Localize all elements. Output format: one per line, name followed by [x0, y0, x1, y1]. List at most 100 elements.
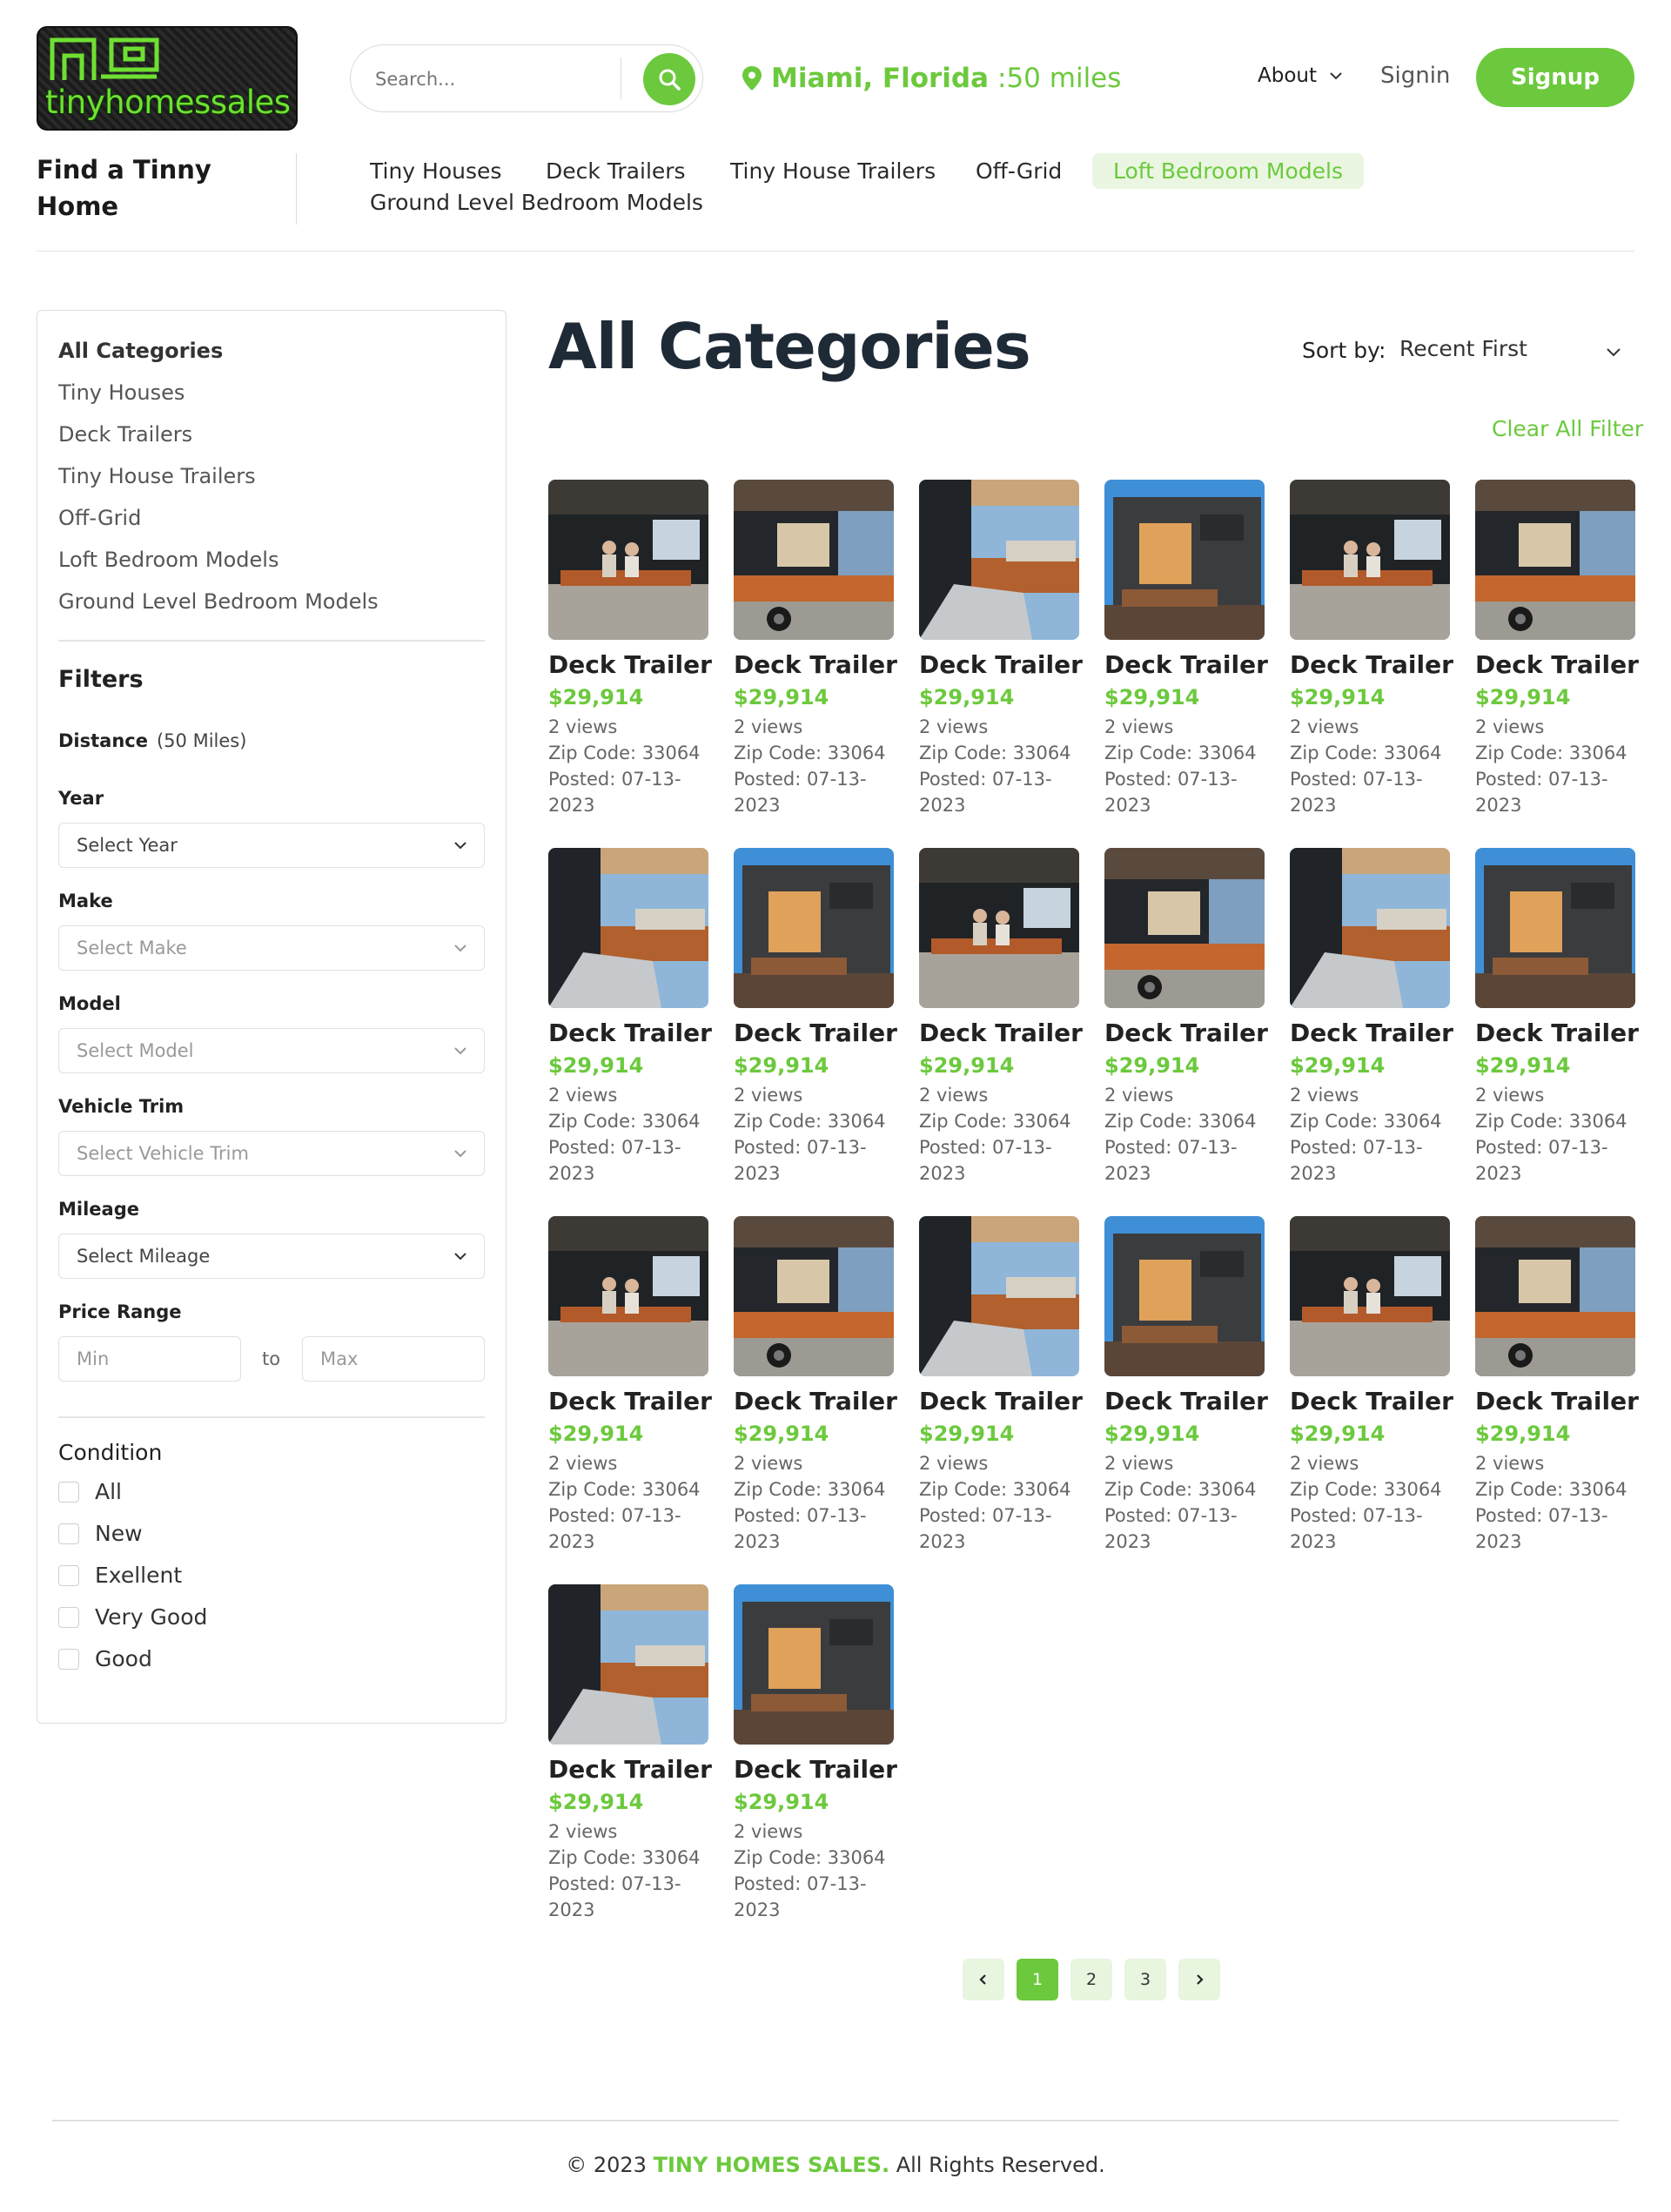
condition-all[interactable]: All	[58, 1479, 122, 1504]
listing-card[interactable]: Deck Trailer $29,914 2 views Zip Code: 3306…	[919, 1216, 1083, 1564]
condition-good[interactable]: Good	[58, 1646, 152, 1671]
checkbox[interactable]	[58, 1481, 79, 1503]
listing-photo[interactable]	[1475, 848, 1635, 1008]
listing-photo[interactable]	[1104, 848, 1265, 1008]
listing-card[interactable]: Deck Trailer $29,914 2 views Zip Code: 3306…	[548, 480, 712, 828]
listing-photo[interactable]	[1475, 480, 1635, 640]
listing-title[interactable]: Deck Trailer	[919, 650, 1083, 679]
site-logo[interactable]: tinyhomessales	[37, 26, 298, 131]
nav-tiny-house-trailers[interactable]: Tiny House Trailers	[730, 158, 936, 184]
sidebar-category-tiny-house-trailers[interactable]: Tiny House Trailers	[58, 464, 256, 488]
listing-title[interactable]: Deck Trailer	[734, 650, 897, 679]
listing-photo[interactable]	[1104, 480, 1265, 640]
signup-button[interactable]: Signup	[1476, 48, 1634, 107]
vehicle-trim-select[interactable]: Select Vehicle Trim	[58, 1131, 485, 1176]
listing-card[interactable]: Deck Trailer $29,914 2 views Zip Code: 3306…	[1104, 1216, 1268, 1564]
listing-photo[interactable]	[919, 848, 1079, 1008]
listing-title[interactable]: Deck Trailer	[548, 650, 712, 679]
listing-title[interactable]: Deck Trailer	[1475, 1387, 1639, 1415]
listing-card[interactable]: Deck Trailer $29,914 2 views Zip Code: 3306…	[734, 1584, 897, 1933]
listing-title[interactable]: Deck Trailer	[548, 1019, 712, 1047]
listing-card[interactable]: Deck Trailer $29,914 2 views Zip Code: 3306…	[919, 848, 1083, 1196]
search-input[interactable]	[375, 63, 593, 96]
condition-very-good[interactable]: Very Good	[58, 1604, 207, 1630]
listing-title[interactable]: Deck Trailer	[1475, 650, 1639, 679]
listing-photo[interactable]	[919, 1216, 1079, 1376]
price-max-input[interactable]: Max	[302, 1336, 485, 1382]
listing-title[interactable]: Deck Trailer	[919, 1019, 1083, 1047]
price-min-input[interactable]: Min	[58, 1336, 241, 1382]
listing-title[interactable]: Deck Trailer	[1290, 1387, 1453, 1415]
checkbox[interactable]	[58, 1564, 79, 1586]
listing-card[interactable]: Deck Trailer $29,914 2 views Zip Code: 3306…	[1475, 848, 1639, 1196]
nav-tiny-houses[interactable]: Tiny Houses	[370, 158, 501, 184]
listing-photo[interactable]	[1475, 1216, 1635, 1376]
nav-ground-level-bedroom-models[interactable]: Ground Level Bedroom Models	[370, 190, 703, 215]
listing-title[interactable]: Deck Trailer	[919, 1387, 1083, 1415]
listing-photo[interactable]	[1290, 848, 1450, 1008]
pagination-next-button[interactable]	[1178, 1959, 1220, 2000]
sidebar-category-loft-bedroom[interactable]: Loft Bedroom Models	[58, 548, 278, 572]
pagination-prev-button[interactable]	[963, 1959, 1004, 2000]
listing-card[interactable]: Deck Trailer $29,914 2 views Zip Code: 3306…	[1475, 1216, 1639, 1564]
model-select[interactable]: Select Model	[58, 1028, 485, 1073]
sidebar-category-ground-level[interactable]: Ground Level Bedroom Models	[58, 589, 379, 614]
listing-title[interactable]: Deck Trailer	[1290, 650, 1453, 679]
location-selector[interactable]: Miami, Florida:50 miles	[742, 59, 1121, 97]
listing-card[interactable]: Deck Trailer $29,914 2 views Zip Code: 3306…	[1290, 1216, 1453, 1564]
listing-card[interactable]: Deck Trailer $29,914 2 views Zip Code: 3306…	[919, 480, 1083, 828]
listing-photo[interactable]	[548, 1216, 708, 1376]
listing-card[interactable]: Deck Trailer $29,914 2 views Zip Code: 3306…	[1104, 480, 1268, 828]
listing-title[interactable]: Deck Trailer	[734, 1755, 897, 1784]
listing-title[interactable]: Deck Trailer	[1104, 650, 1268, 679]
sort-select[interactable]: Recent First	[1399, 336, 1622, 361]
listing-title[interactable]: Deck Trailer	[734, 1019, 897, 1047]
nav-deck-trailers[interactable]: Deck Trailers	[546, 158, 686, 184]
listing-photo[interactable]	[734, 848, 894, 1008]
sidebar-category-off-grid[interactable]: Off-Grid	[58, 506, 141, 530]
checkbox[interactable]	[58, 1648, 79, 1670]
pagination-page-3[interactable]: 3	[1124, 1959, 1166, 2000]
make-select[interactable]: Select Make	[58, 925, 485, 971]
listing-title[interactable]: Deck Trailer	[1104, 1387, 1268, 1415]
listing-card[interactable]: Deck Trailer $29,914 2 views Zip Code: 3306…	[734, 480, 897, 828]
about-menu[interactable]: About	[1258, 64, 1343, 87]
listing-card[interactable]: Deck Trailer $29,914 2 views Zip Code: 3306…	[1290, 848, 1453, 1196]
checkbox[interactable]	[58, 1606, 79, 1628]
listing-title[interactable]: Deck Trailer	[1104, 1019, 1268, 1047]
search-button[interactable]	[643, 53, 695, 105]
listing-card[interactable]: Deck Trailer $29,914 2 views Zip Code: 3306…	[548, 1216, 712, 1564]
listing-title[interactable]: Deck Trailer	[734, 1387, 897, 1415]
sidebar-category-all[interactable]: All Categories	[58, 339, 223, 363]
clear-all-filter-link[interactable]: Clear All Filter	[1492, 416, 1643, 441]
listing-photo[interactable]	[548, 1584, 708, 1745]
pagination-page-2[interactable]: 2	[1070, 1959, 1112, 2000]
listing-title[interactable]: Deck Trailer	[1290, 1019, 1453, 1047]
year-select[interactable]: Select Year	[58, 823, 485, 868]
listing-card[interactable]: Deck Trailer $29,914 2 views Zip Code: 3306…	[1475, 480, 1639, 828]
nav-off-grid[interactable]: Off-Grid	[976, 158, 1062, 184]
listing-photo[interactable]	[734, 1584, 894, 1745]
listing-card[interactable]: Deck Trailer $29,914 2 views Zip Code: 3306…	[734, 848, 897, 1196]
listing-card[interactable]: Deck Trailer $29,914 2 views Zip Code: 3306…	[734, 1216, 897, 1564]
condition-exellent[interactable]: Exellent	[58, 1563, 182, 1588]
signin-link[interactable]: Signin	[1380, 63, 1450, 89]
pagination-page-1[interactable]: 1	[1017, 1959, 1058, 2000]
listing-photo[interactable]	[1104, 1216, 1265, 1376]
sidebar-category-tiny-houses[interactable]: Tiny Houses	[58, 380, 185, 405]
listing-photo[interactable]	[548, 848, 708, 1008]
listing-photo[interactable]	[548, 480, 708, 640]
checkbox[interactable]	[58, 1523, 79, 1544]
condition-new[interactable]: New	[58, 1521, 143, 1546]
listing-title[interactable]: Deck Trailer	[1475, 1019, 1639, 1047]
listing-card[interactable]: Deck Trailer $29,914 2 views Zip Code: 3306…	[1104, 848, 1268, 1196]
listing-photo[interactable]	[734, 480, 894, 640]
listing-card[interactable]: Deck Trailer $29,914 2 views Zip Code: 3306…	[1290, 480, 1453, 828]
listing-photo[interactable]	[1290, 480, 1450, 640]
listing-photo[interactable]	[919, 480, 1079, 640]
footer-brand-link[interactable]: TINY HOMES SALES.	[654, 2153, 889, 2177]
mileage-select[interactable]: Select Mileage	[58, 1234, 485, 1279]
nav-loft-bedroom-models[interactable]: Loft Bedroom Models	[1092, 153, 1365, 189]
listing-card[interactable]: Deck Trailer $29,914 2 views Zip Code: 3306…	[548, 1584, 712, 1933]
listing-title[interactable]: Deck Trailer	[548, 1755, 712, 1784]
